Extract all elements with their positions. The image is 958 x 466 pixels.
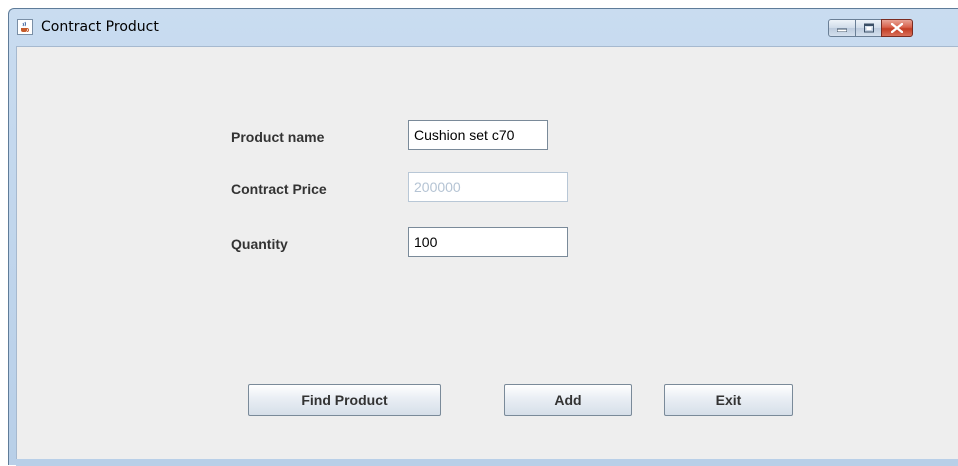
form-panel: Product name Cushion set c70 Contract Pr…: [16, 46, 958, 459]
find-product-button[interactable]: Find Product: [248, 384, 441, 416]
close-button[interactable]: [881, 19, 913, 37]
maximize-icon: [863, 23, 874, 33]
contract-price-field: 200000: [408, 172, 568, 202]
add-button[interactable]: Add: [504, 384, 632, 416]
quantity-field[interactable]: 100: [408, 227, 568, 257]
minimize-button[interactable]: [828, 19, 856, 37]
close-icon: [891, 23, 903, 33]
java-cup-icon: [17, 19, 33, 35]
product-name-field[interactable]: Cushion set c70: [408, 120, 548, 150]
maximize-button[interactable]: [855, 19, 882, 37]
title-bar[interactable]: Contract Product: [9, 9, 958, 45]
window-frame: Contract Product Product name Cushion se…: [8, 8, 958, 466]
quantity-label: Quantity: [231, 236, 288, 252]
product-name-label: Product name: [231, 129, 325, 145]
exit-button[interactable]: Exit: [664, 384, 793, 416]
window-title: Contract Product: [41, 19, 159, 35]
minimize-icon: [837, 28, 847, 32]
contract-price-label: Contract Price: [231, 181, 327, 197]
